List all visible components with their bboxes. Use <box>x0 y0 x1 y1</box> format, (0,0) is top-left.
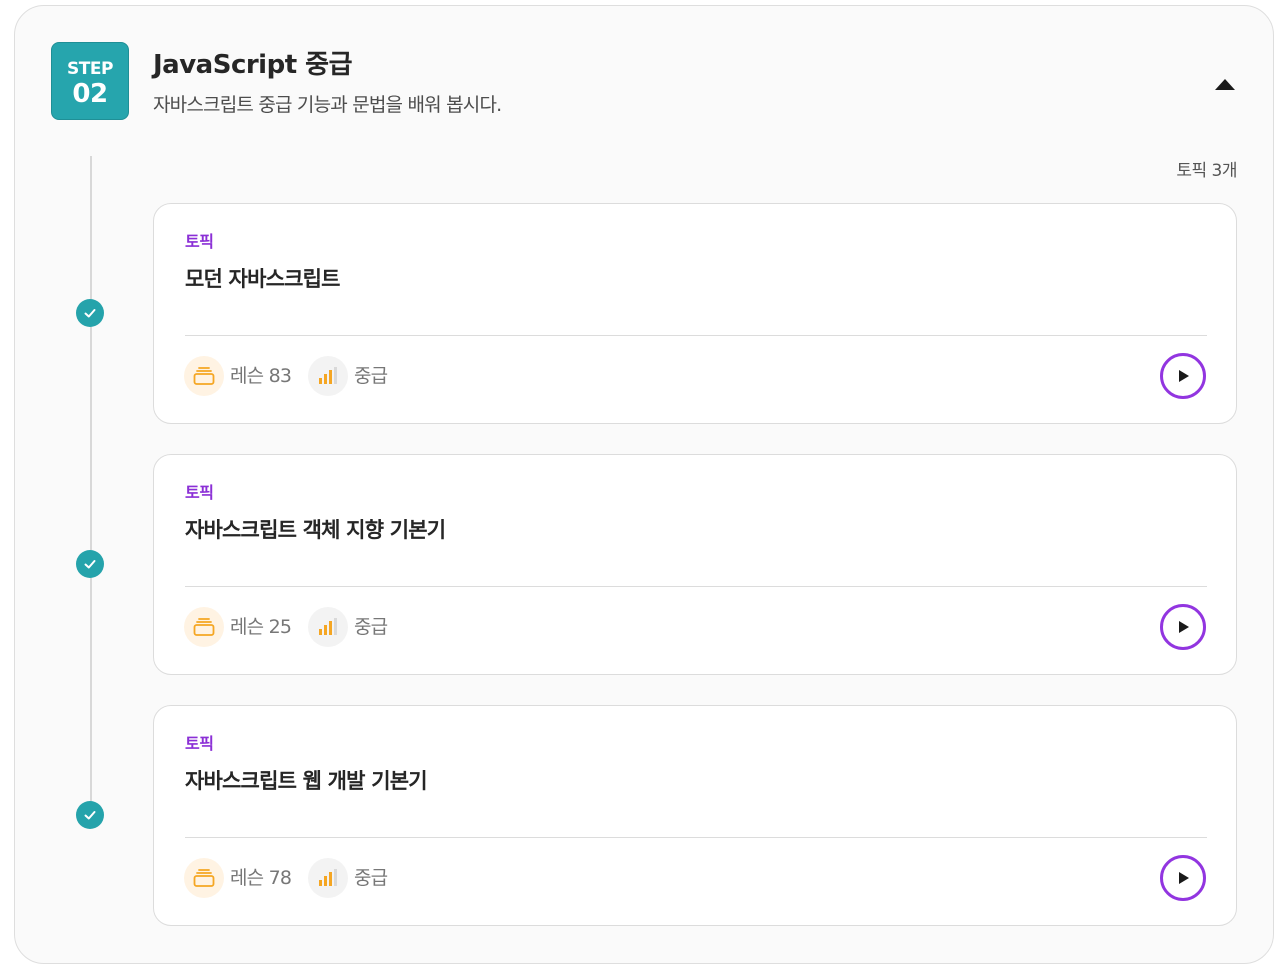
difficulty-level: 중급 <box>308 858 388 898</box>
topic-count: 토픽 3개 <box>1176 161 1237 181</box>
step-badge-label: STEP <box>67 59 113 79</box>
lesson-stack-icon <box>184 858 224 898</box>
play-button[interactable] <box>1160 855 1206 901</box>
lesson-stack-icon <box>184 607 224 647</box>
step-description: 자바스크립트 중급 기능과 문법을 배워 봅시다. <box>153 94 502 116</box>
topic-kind-label: 토픽 <box>185 734 214 753</box>
card-divider <box>185 586 1207 587</box>
step-badge: STEP 02 <box>51 42 129 120</box>
topic-title[interactable]: 자바스크립트 웹 개발 기본기 <box>185 766 428 796</box>
signal-bars-icon <box>308 858 348 898</box>
card-divider <box>185 335 1207 336</box>
difficulty-level: 중급 <box>308 356 388 396</box>
play-icon <box>1179 621 1189 633</box>
topic-title[interactable]: 모던 자바스크립트 <box>185 264 340 294</box>
card-divider <box>185 837 1207 838</box>
play-icon <box>1179 370 1189 382</box>
difficulty-level-text: 중급 <box>354 365 388 387</box>
topic-title[interactable]: 자바스크립트 객체 지향 기본기 <box>185 515 446 545</box>
topic-kind-label: 토픽 <box>185 232 214 251</box>
step-badge-number: 02 <box>72 79 108 109</box>
completed-check-icon <box>76 801 104 829</box>
signal-bars-icon <box>308 356 348 396</box>
lesson-count-text: 레슨 78 <box>230 867 292 889</box>
topic-card[interactable]: 토픽 모던 자바스크립트 레슨 83 중급 <box>153 203 1237 424</box>
lesson-count: 레슨 83 <box>184 356 292 396</box>
completed-check-icon <box>76 299 104 327</box>
completed-check-icon <box>76 550 104 578</box>
topic-card[interactable]: 토픽 자바스크립트 웹 개발 기본기 레슨 78 중급 <box>153 705 1237 926</box>
timeline-line <box>90 156 92 816</box>
collapse-button[interactable] <box>1211 72 1239 96</box>
step-title: JavaScript 중급 <box>153 50 353 80</box>
lesson-count-text: 레슨 83 <box>230 365 292 387</box>
caret-up-icon <box>1215 79 1235 90</box>
lesson-count-text: 레슨 25 <box>230 616 292 638</box>
play-button[interactable] <box>1160 353 1206 399</box>
difficulty-level: 중급 <box>308 607 388 647</box>
lesson-stack-icon <box>184 356 224 396</box>
difficulty-level-text: 중급 <box>354 867 388 889</box>
lesson-count: 레슨 25 <box>184 607 292 647</box>
difficulty-level-text: 중급 <box>354 616 388 638</box>
lesson-count: 레슨 78 <box>184 858 292 898</box>
play-icon <box>1179 872 1189 884</box>
play-button[interactable] <box>1160 604 1206 650</box>
topic-card[interactable]: 토픽 자바스크립트 객체 지향 기본기 레슨 25 중급 <box>153 454 1237 675</box>
signal-bars-icon <box>308 607 348 647</box>
topic-kind-label: 토픽 <box>185 483 214 502</box>
